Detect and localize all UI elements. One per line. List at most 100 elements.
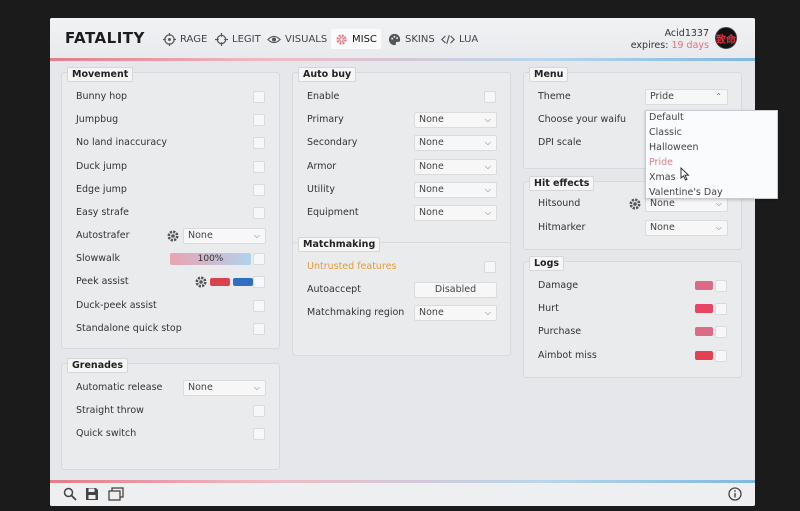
quick-switch-row: Quick switch: [62, 426, 279, 442]
tab-rage[interactable]: RAGE: [159, 29, 211, 49]
hurt-color-swatch[interactable]: [695, 304, 713, 313]
slowwalk-slider[interactable]: 100%: [170, 253, 251, 265]
equipment-dropdown[interactable]: None ⌵: [414, 205, 497, 221]
autostrafer-dropdown[interactable]: None ⌵: [183, 228, 266, 244]
hurt-row: Hurt: [524, 301, 741, 317]
untrusted-features-label: Untrusted features: [307, 261, 397, 272]
tab-misc-label: MISC: [352, 33, 377, 45]
quick-switch-label: Quick switch: [76, 428, 137, 439]
duck-peek-assist-row: Duck-peek assist: [62, 298, 279, 314]
search-icon[interactable]: [63, 487, 77, 501]
purchase-checkbox[interactable]: [715, 326, 727, 338]
standalone-quick-stop-checkbox[interactable]: [253, 323, 265, 335]
easy-strafe-checkbox[interactable]: [253, 207, 265, 219]
peek-assist-checkbox[interactable]: [253, 276, 265, 288]
duck-peek-assist-label: Duck-peek assist: [76, 300, 157, 311]
chevron-down-icon: ⌵: [484, 208, 491, 217]
theme-option-valentines-day[interactable]: Valentine's Day: [649, 187, 723, 198]
secondary-dropdown[interactable]: None ⌵: [414, 135, 497, 151]
untrusted-features-checkbox[interactable]: [484, 261, 496, 273]
purchase-color-swatch[interactable]: [695, 327, 713, 336]
autostrafer-dropdown-value: None: [188, 230, 213, 241]
easy-strafe-row: Easy strafe: [62, 205, 279, 221]
theme-option-xmas[interactable]: Xmas: [649, 172, 676, 183]
configs-icon[interactable]: [108, 487, 124, 501]
avatar-emblem: 致命: [716, 34, 736, 46]
autoaccept-label: Autoaccept: [307, 284, 361, 295]
autostrafer-gear-icon[interactable]: [166, 229, 180, 243]
automatic-release-dropdown[interactable]: None ⌵: [183, 380, 266, 396]
hitsound-gear-icon[interactable]: [628, 197, 642, 211]
tab-lua[interactable]: LUA: [437, 29, 482, 49]
peek-assist-color-1[interactable]: [210, 278, 230, 286]
utility-label: Utility: [307, 184, 335, 195]
slowwalk-checkbox[interactable]: [253, 253, 265, 265]
hurt-checkbox[interactable]: [715, 303, 727, 315]
theme-option-pride[interactable]: Pride: [649, 157, 673, 168]
duck-jump-checkbox[interactable]: [253, 161, 265, 173]
hurt-label: Hurt: [538, 303, 559, 314]
damage-label: Damage: [538, 280, 579, 291]
save-icon[interactable]: [85, 487, 99, 501]
bunny-hop-label: Bunny hop: [76, 91, 128, 102]
theme-option-classic[interactable]: Classic: [649, 127, 682, 138]
primary-label: Primary: [307, 114, 344, 125]
chevron-down-icon: ⌵: [484, 308, 491, 317]
aimbot-miss-color-swatch[interactable]: [695, 351, 713, 360]
straight-throw-row: Straight throw: [62, 403, 279, 419]
tab-misc[interactable]: MISC: [331, 29, 381, 49]
edge-jump-checkbox[interactable]: [253, 184, 265, 196]
tab-rage-label: RAGE: [180, 33, 208, 45]
matchmaking-region-dropdown[interactable]: None ⌵: [414, 305, 497, 321]
matchmaking-title: Matchmaking: [298, 237, 381, 252]
damage-color-swatch[interactable]: [695, 281, 713, 290]
utility-row: Utility None ⌵: [293, 182, 510, 198]
primary-row: Primary None ⌵: [293, 112, 510, 128]
chevron-down-icon: ⌵: [484, 162, 491, 171]
peek-assist-gear-icon[interactable]: [194, 275, 208, 289]
autobuy-enable-checkbox[interactable]: [484, 91, 496, 103]
tab-legit[interactable]: LEGIT: [211, 29, 265, 49]
no-land-inaccuracy-label: No land inaccuracy: [76, 137, 167, 148]
utility-dropdown[interactable]: None ⌵: [414, 182, 497, 198]
hit-effects-title: Hit effects: [529, 176, 595, 191]
theme-dropdown[interactable]: Pride ⌃: [645, 89, 728, 105]
autobuy-enable-label: Enable: [307, 91, 340, 102]
damage-checkbox[interactable]: [715, 280, 727, 292]
automatic-release-dropdown-value: None: [188, 382, 213, 393]
edge-jump-row: Edge jump: [62, 182, 279, 198]
tab-skins[interactable]: SKINS: [384, 29, 439, 49]
logs-panel: Logs Damage Hurt Purchase Aimbot miss: [523, 256, 742, 378]
info-icon[interactable]: [728, 487, 742, 501]
hitmarker-dropdown[interactable]: None ⌵: [645, 220, 728, 236]
avatar[interactable]: 致命: [715, 27, 737, 49]
theme-option-halloween[interactable]: Halloween: [649, 142, 699, 153]
slowwalk-slider-value: 100%: [197, 254, 224, 264]
quick-switch-checkbox[interactable]: [253, 428, 265, 440]
duck-jump-label: Duck jump: [76, 161, 128, 172]
primary-dropdown-value: None: [419, 114, 444, 125]
armor-dropdown[interactable]: None ⌵: [414, 159, 497, 175]
autoaccept-selector[interactable]: Disabled: [414, 282, 497, 298]
purchase-label: Purchase: [538, 326, 582, 337]
secondary-dropdown-value: None: [419, 137, 444, 148]
movement-panel: Movement Bunny hop Jumpbug No land inacc…: [61, 67, 280, 349]
tab-visuals[interactable]: VISUALS: [263, 29, 331, 49]
theme-option-default[interactable]: Default: [649, 112, 684, 123]
bunny-hop-checkbox[interactable]: [253, 91, 265, 103]
duck-peek-assist-checkbox[interactable]: [253, 300, 265, 312]
no-land-inaccuracy-checkbox[interactable]: [253, 137, 265, 149]
expires-value: 19 days: [671, 40, 709, 51]
purchase-row: Purchase: [524, 324, 741, 340]
slowwalk-row: Slowwalk 100%: [62, 251, 279, 267]
jumpbug-checkbox[interactable]: [253, 114, 265, 126]
matchmaking-region-label: Matchmaking region: [307, 307, 405, 318]
peek-assist-color-2[interactable]: [233, 278, 253, 286]
jumpbug-label: Jumpbug: [76, 114, 119, 125]
straight-throw-checkbox[interactable]: [253, 405, 265, 417]
equipment-row: Equipment None ⌵: [293, 205, 510, 221]
aimbot-miss-checkbox[interactable]: [715, 350, 727, 362]
tab-lua-label: LUA: [459, 33, 479, 45]
automatic-release-label: Automatic release: [76, 382, 163, 393]
primary-dropdown[interactable]: None ⌵: [414, 112, 497, 128]
